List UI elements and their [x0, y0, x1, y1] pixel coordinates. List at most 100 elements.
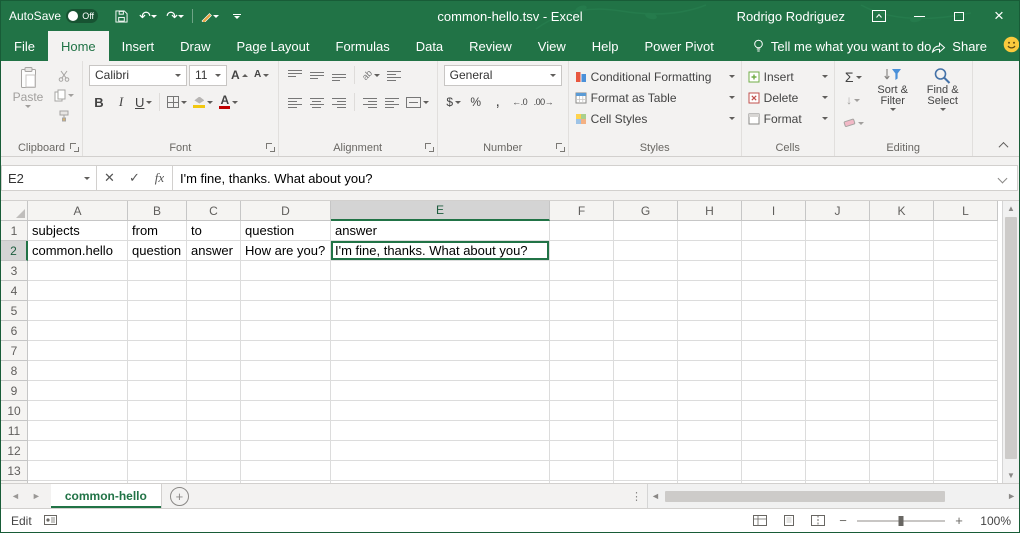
touch-mouse-mode-button[interactable]: [198, 4, 222, 28]
format-painter-button[interactable]: [52, 106, 76, 125]
cell-I4[interactable]: [742, 281, 806, 301]
comma-format-button[interactable]: ,: [488, 91, 508, 113]
cell-K12[interactable]: [870, 441, 934, 461]
cell-K7[interactable]: [870, 341, 934, 361]
cell-A3[interactable]: [28, 261, 128, 281]
cell-I13[interactable]: [742, 461, 806, 481]
cell-E12[interactable]: [331, 441, 550, 461]
number-format-combo[interactable]: General: [444, 65, 562, 86]
cell-C3[interactable]: [187, 261, 241, 281]
cell-B10[interactable]: [128, 401, 187, 421]
horizontal-scrollbar[interactable]: ◄ ►: [647, 484, 1019, 508]
cell-K13[interactable]: [870, 461, 934, 481]
cell-L4[interactable]: [934, 281, 998, 301]
new-sheet-button[interactable]: +: [170, 487, 189, 506]
cell-I7[interactable]: [742, 341, 806, 361]
cell-D12[interactable]: [241, 441, 331, 461]
cell-B12[interactable]: [128, 441, 187, 461]
decrease-decimal-button[interactable]: .00→: [532, 91, 556, 113]
select-all-button[interactable]: [1, 201, 28, 221]
cancel-button[interactable]: ✕: [97, 166, 122, 190]
cell-C2[interactable]: answer: [187, 241, 241, 261]
cell-I8[interactable]: [742, 361, 806, 381]
percent-format-button[interactable]: %: [466, 91, 486, 113]
cell-K5[interactable]: [870, 301, 934, 321]
cell-G6[interactable]: [614, 321, 678, 341]
cell-L7[interactable]: [934, 341, 998, 361]
cell-E6[interactable]: [331, 321, 550, 341]
borders-button[interactable]: [165, 91, 189, 113]
row-header-9[interactable]: 9: [1, 381, 28, 401]
cell-C11[interactable]: [187, 421, 241, 441]
cell-L6[interactable]: [934, 321, 998, 341]
name-box[interactable]: E2: [1, 165, 97, 191]
cell-A9[interactable]: [28, 381, 128, 401]
italic-button[interactable]: I: [111, 91, 131, 113]
cell-A8[interactable]: [28, 361, 128, 381]
cell-K11[interactable]: [870, 421, 934, 441]
cell-G5[interactable]: [614, 301, 678, 321]
cell-I2[interactable]: [742, 241, 806, 261]
cell-I12[interactable]: [742, 441, 806, 461]
cell-I10[interactable]: [742, 401, 806, 421]
cell-E4[interactable]: [331, 281, 550, 301]
cell-H12[interactable]: [678, 441, 742, 461]
scroll-right-icon[interactable]: ►: [1007, 491, 1016, 501]
cell-I3[interactable]: [742, 261, 806, 281]
cell-G10[interactable]: [614, 401, 678, 421]
clear-button[interactable]: [841, 112, 866, 134]
cell-L11[interactable]: [934, 421, 998, 441]
column-header-L[interactable]: L: [934, 201, 998, 221]
column-header-C[interactable]: C: [187, 201, 241, 221]
tab-help[interactable]: Help: [579, 31, 632, 61]
cell-A13[interactable]: [28, 461, 128, 481]
horizontal-scroll-track[interactable]: [663, 490, 1004, 503]
cell-D6[interactable]: [241, 321, 331, 341]
cell-E9[interactable]: [331, 381, 550, 401]
cell-L1[interactable]: [934, 221, 998, 241]
enter-button[interactable]: ✓: [122, 166, 147, 190]
merge-center-button[interactable]: [404, 91, 431, 113]
collapse-ribbon-button[interactable]: [993, 137, 1013, 153]
cell-D13[interactable]: [241, 461, 331, 481]
cell-B6[interactable]: [128, 321, 187, 341]
cell-G3[interactable]: [614, 261, 678, 281]
row-header-3[interactable]: 3: [1, 261, 28, 281]
autosave-toggle[interactable]: AutoSave Off: [9, 9, 98, 23]
grow-font-button[interactable]: A: [229, 64, 250, 86]
record-macro-button[interactable]: [44, 514, 57, 528]
tab-home[interactable]: Home: [48, 31, 109, 61]
row-header-13[interactable]: 13: [1, 461, 28, 481]
row-header-12[interactable]: 12: [1, 441, 28, 461]
cell-B4[interactable]: [128, 281, 187, 301]
cell-K9[interactable]: [870, 381, 934, 401]
cell-K6[interactable]: [870, 321, 934, 341]
cell-C12[interactable]: [187, 441, 241, 461]
tab-formulas[interactable]: Formulas: [323, 31, 403, 61]
cell-B13[interactable]: [128, 461, 187, 481]
insert-cells-button[interactable]: Insert: [748, 67, 828, 86]
row-header-7[interactable]: 7: [1, 341, 28, 361]
cell-K2[interactable]: [870, 241, 934, 261]
cell-B1[interactable]: from: [128, 221, 187, 241]
cell-C7[interactable]: [187, 341, 241, 361]
cell-D1[interactable]: question: [241, 221, 331, 241]
cell-styles-button[interactable]: Cell Styles: [575, 109, 735, 128]
undo-button[interactable]: ↶: [136, 4, 160, 28]
cell-J9[interactable]: [806, 381, 870, 401]
cell-B3[interactable]: [128, 261, 187, 281]
zoom-in-button[interactable]: +: [952, 513, 966, 528]
scroll-up-icon[interactable]: ▲: [1007, 204, 1015, 213]
cell-C10[interactable]: [187, 401, 241, 421]
cell-F13[interactable]: [550, 461, 614, 481]
tab-data[interactable]: Data: [403, 31, 456, 61]
cell-A10[interactable]: [28, 401, 128, 421]
row-header-10[interactable]: 10: [1, 401, 28, 421]
feedback-smiley-button[interactable]: [1003, 36, 1020, 56]
number-dialog-launcher[interactable]: [556, 143, 565, 152]
bold-button[interactable]: B: [89, 91, 109, 113]
cell-K8[interactable]: [870, 361, 934, 381]
tab-view[interactable]: View: [525, 31, 579, 61]
copy-button[interactable]: [52, 86, 76, 105]
cell-G11[interactable]: [614, 421, 678, 441]
